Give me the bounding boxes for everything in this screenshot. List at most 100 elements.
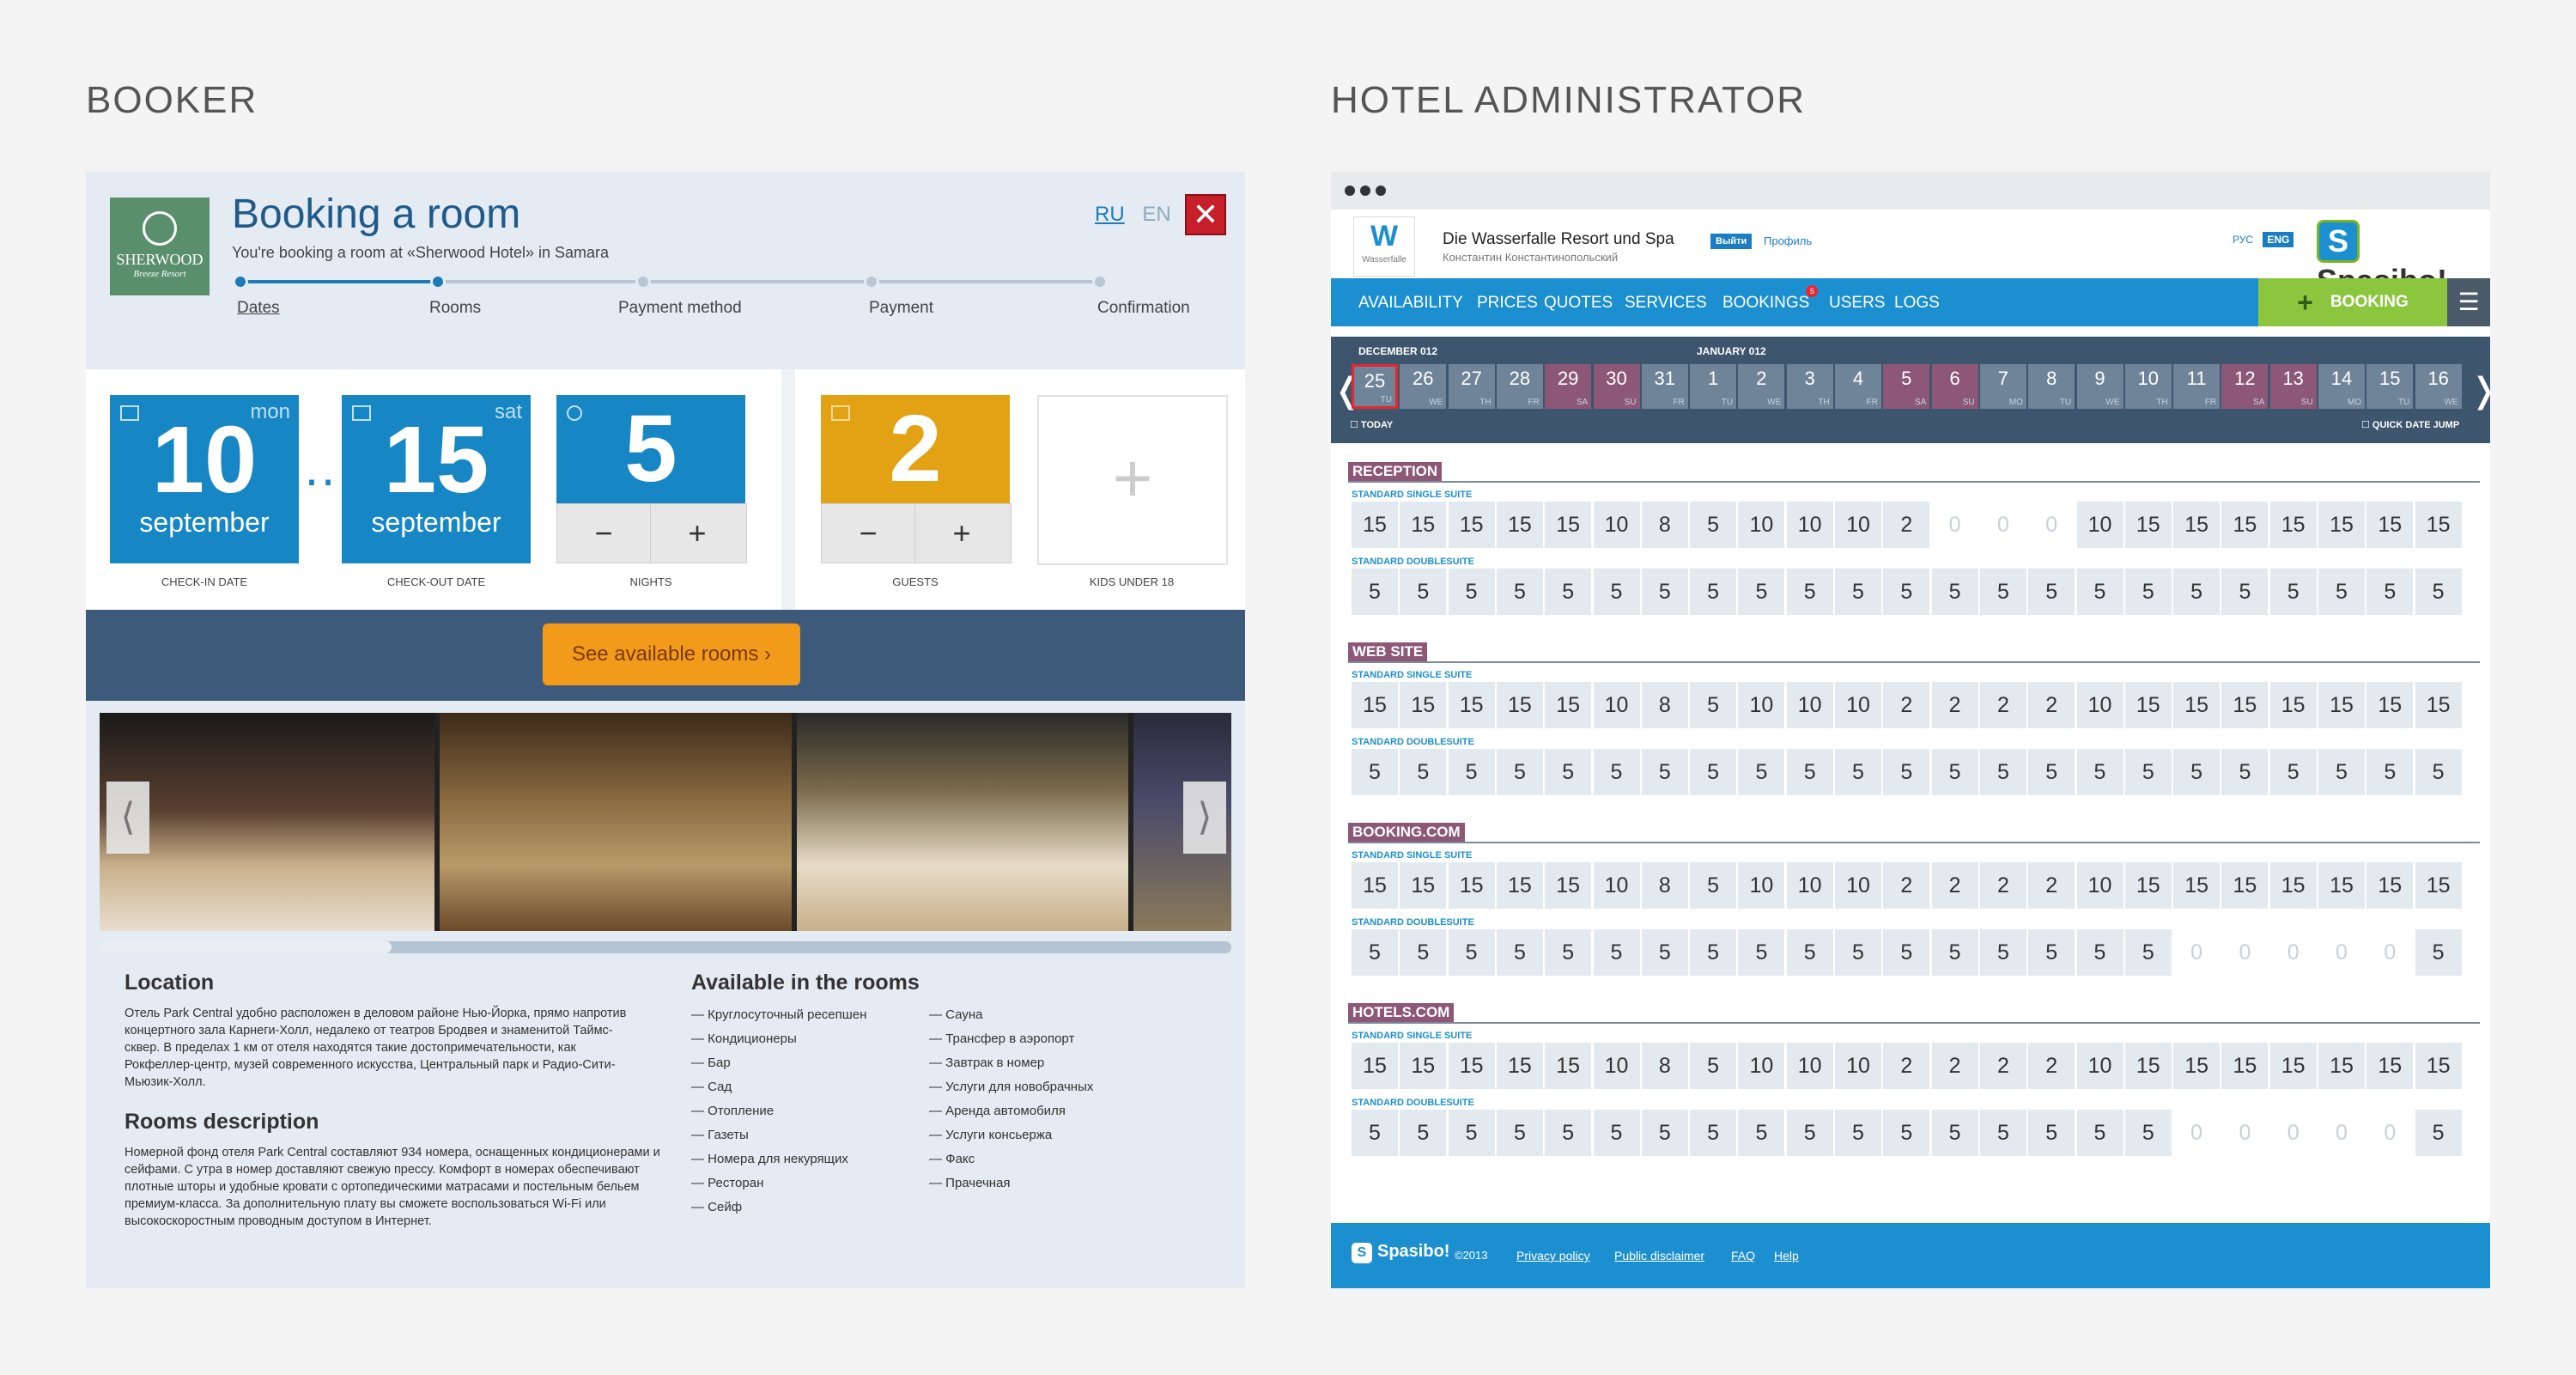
availability-cell[interactable]: 5 xyxy=(1496,569,1543,615)
availability-cell[interactable]: 5 xyxy=(2076,569,2123,615)
availability-cell[interactable]: 5 xyxy=(1545,749,1592,795)
step-dot-payment-method[interactable] xyxy=(635,274,651,289)
availability-cell[interactable]: 5 xyxy=(1641,1110,1688,1156)
step-payment-method[interactable]: Payment method xyxy=(618,299,742,318)
availability-cell[interactable]: 5 xyxy=(1979,749,2026,795)
step-dot-confirmation[interactable] xyxy=(1092,274,1108,289)
availability-cell[interactable]: 15 xyxy=(1352,1043,1398,1089)
scrollbar-thumb[interactable] xyxy=(100,941,392,953)
availability-cell[interactable]: 15 xyxy=(2269,502,2317,548)
availability-cell[interactable]: 15 xyxy=(2269,862,2317,909)
availability-cell[interactable]: 15 xyxy=(2173,502,2221,548)
availability-cell[interactable]: 15 xyxy=(2221,862,2269,909)
availability-cell[interactable]: 5 xyxy=(1979,929,2026,976)
date-cell[interactable]: 2 WE xyxy=(1738,364,1785,409)
availability-cell[interactable]: 15 xyxy=(2366,862,2414,909)
availability-cell[interactable]: 2 xyxy=(1883,862,1930,909)
window-dot-icon[interactable] xyxy=(1376,186,1386,196)
availability-cell[interactable]: 5 xyxy=(1690,1043,1737,1089)
step-dates[interactable]: Dates xyxy=(237,299,280,318)
availability-cell[interactable]: 0 xyxy=(2028,502,2075,548)
availability-cell[interactable]: 0 xyxy=(2221,1110,2269,1156)
availability-cell[interactable]: 15 xyxy=(2221,682,2269,728)
availability-cell[interactable]: 0 xyxy=(2366,929,2414,976)
availability-cell[interactable]: 8 xyxy=(1641,682,1688,728)
availability-cell[interactable]: 10 xyxy=(2076,502,2123,548)
nav-bookings[interactable]: BOOKINGS 5 xyxy=(1722,285,1819,313)
availability-cell[interactable]: 5 xyxy=(2124,749,2172,795)
availability-cell[interactable]: 15 xyxy=(1448,862,1495,909)
availability-cell[interactable]: 15 xyxy=(1545,1043,1592,1089)
availability-cell[interactable]: 5 xyxy=(2366,569,2414,615)
availability-cell[interactable]: 5 xyxy=(1448,1110,1495,1156)
availability-cell[interactable]: 0 xyxy=(2269,1110,2317,1156)
availability-cell[interactable]: 15 xyxy=(2173,1043,2221,1089)
date-cell[interactable]: 27 TH xyxy=(1448,364,1495,409)
availability-cell[interactable]: 5 xyxy=(1738,929,1785,976)
availability-cell[interactable]: 5 xyxy=(2221,749,2269,795)
availability-cell[interactable]: 10 xyxy=(2076,862,2123,909)
availability-cell[interactable]: 5 xyxy=(2318,749,2365,795)
availability-cell[interactable]: 5 xyxy=(1883,749,1930,795)
checkout-tile[interactable]: sat 15 september xyxy=(342,395,531,563)
availability-cell[interactable]: 0 xyxy=(2366,1110,2414,1156)
availability-cell[interactable]: 5 xyxy=(1641,569,1688,615)
availability-cell[interactable]: 15 xyxy=(2415,502,2462,548)
availability-cell[interactable]: 5 xyxy=(1835,1110,1881,1156)
availability-cell[interactable]: 5 xyxy=(2173,569,2221,615)
nav-availability[interactable]: AVAILABILITY xyxy=(1358,294,1463,313)
availability-cell[interactable]: 15 xyxy=(2173,862,2221,909)
availability-cell[interactable]: 5 xyxy=(1690,749,1737,795)
window-dot-icon[interactable] xyxy=(1360,186,1370,196)
availability-cell[interactable]: 5 xyxy=(2366,749,2414,795)
date-cell[interactable]: 6 SU xyxy=(1931,364,1978,409)
availability-cell[interactable]: 15 xyxy=(1545,862,1592,909)
gallery-prev-button[interactable]: ⟨ xyxy=(106,782,149,854)
availability-cell[interactable]: 5 xyxy=(2028,569,2075,615)
availability-cell[interactable]: 2 xyxy=(2028,682,2075,728)
public-disclaimer-link[interactable]: Public disclaimer xyxy=(1614,1249,1704,1262)
availability-cell[interactable]: 10 xyxy=(1835,1043,1881,1089)
availability-cell[interactable]: 10 xyxy=(1738,502,1785,548)
availability-cell[interactable]: 10 xyxy=(1786,1043,1833,1089)
date-cell[interactable]: 8 TU xyxy=(2028,364,2075,409)
availability-cell[interactable]: 10 xyxy=(2076,682,2123,728)
date-cell[interactable]: 15 TU xyxy=(2366,364,2414,409)
availability-cell[interactable]: 2 xyxy=(1931,1043,1978,1089)
checkin-tile[interactable]: mon 10 september xyxy=(110,395,299,563)
availability-cell[interactable]: 15 xyxy=(2366,502,2414,548)
step-rooms[interactable]: Rooms xyxy=(429,299,481,318)
availability-cell[interactable]: 5 xyxy=(2124,1110,2172,1156)
availability-cell[interactable]: 5 xyxy=(2415,1110,2462,1156)
availability-cell[interactable]: 5 xyxy=(2124,569,2172,615)
availability-cell[interactable]: 5 xyxy=(1593,569,1640,615)
availability-cell[interactable]: 5 xyxy=(1786,929,1833,976)
availability-cell[interactable]: 0 xyxy=(1979,502,2026,548)
guests-minus-button[interactable]: − xyxy=(822,504,915,563)
gallery-photo[interactable] xyxy=(100,713,434,931)
availability-cell[interactable]: 15 xyxy=(1448,1043,1495,1089)
date-cell[interactable]: 28 FR xyxy=(1496,364,1543,409)
availability-cell[interactable]: 15 xyxy=(1496,502,1543,548)
availability-cell[interactable]: 5 xyxy=(1931,569,1978,615)
availability-cell[interactable]: 5 xyxy=(2221,569,2269,615)
date-cell[interactable]: 31 FR xyxy=(1641,364,1688,409)
privacy-policy-link[interactable]: Privacy policy xyxy=(1516,1249,1590,1262)
availability-cell[interactable]: 15 xyxy=(2415,1043,2462,1089)
availability-cell[interactable]: 15 xyxy=(2415,682,2462,728)
availability-cell[interactable]: 2 xyxy=(1931,682,1978,728)
settings-button[interactable]: ☰ xyxy=(2447,278,2490,326)
availability-cell[interactable]: 5 xyxy=(2028,1110,2075,1156)
availability-cell[interactable]: 5 xyxy=(1931,929,1978,976)
availability-cell[interactable]: 2 xyxy=(1883,682,1930,728)
step-payment[interactable]: Payment xyxy=(869,299,933,318)
availability-cell[interactable]: 10 xyxy=(1738,682,1785,728)
gallery-photo[interactable] xyxy=(440,713,792,931)
date-cell[interactable]: 12 SA xyxy=(2221,364,2269,409)
availability-cell[interactable]: 8 xyxy=(1641,1043,1688,1089)
availability-cell[interactable]: 5 xyxy=(1400,569,1447,615)
availability-cell[interactable]: 10 xyxy=(1738,1043,1785,1089)
availability-cell[interactable]: 5 xyxy=(2028,749,2075,795)
today-button[interactable]: ☐ TODAY xyxy=(1350,419,1393,430)
availability-cell[interactable]: 2 xyxy=(1979,862,2026,909)
